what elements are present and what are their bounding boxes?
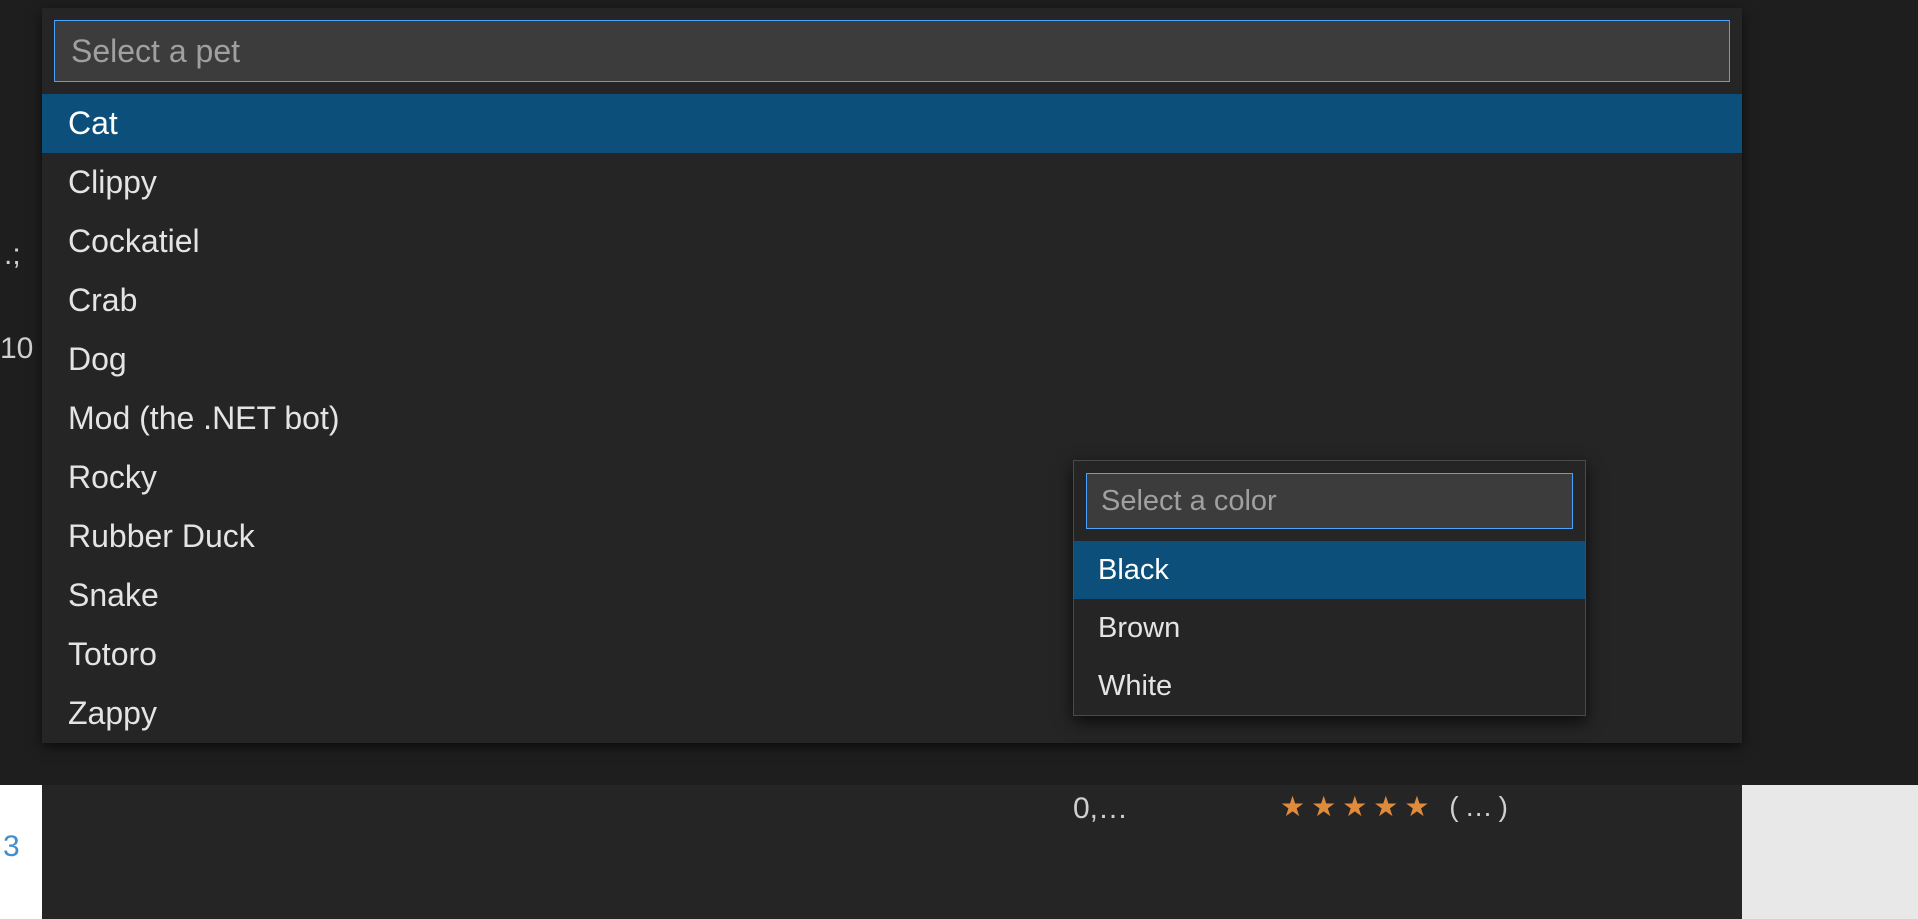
background-star-rating: ★★★★★ (…) [1280, 790, 1514, 823]
background-text-fragment: 10 [0, 332, 33, 366]
background-gutter-number: 3 [3, 830, 20, 864]
color-quickpick-list: Black Brown White [1074, 541, 1585, 715]
color-quickpick-panel: Black Brown White [1073, 460, 1586, 716]
pet-quickpick-item-crab[interactable]: Crab [42, 271, 1742, 330]
background-light-strip [0, 785, 1918, 919]
pet-quickpick-item-clippy[interactable]: Clippy [42, 153, 1742, 212]
color-quickpick-input-wrap [1074, 461, 1585, 541]
pet-quickpick-item-cockatiel[interactable]: Cockatiel [42, 212, 1742, 271]
background-text-fragment: .; [4, 238, 21, 272]
pet-quickpick-item-dog[interactable]: Dog [42, 330, 1742, 389]
pet-quickpick-item-mod[interactable]: Mod (the .NET bot) [42, 389, 1742, 448]
color-quickpick-input[interactable] [1086, 473, 1573, 529]
star-icon: ★★★★★ [1280, 791, 1436, 822]
background-rating-tail: (…) [1449, 791, 1514, 822]
background-download-count: 0,… [1073, 792, 1128, 826]
pet-quickpick-item-cat[interactable]: Cat [42, 94, 1742, 153]
color-quickpick-item-brown[interactable]: Brown [1074, 599, 1585, 657]
pet-quickpick-input[interactable] [54, 20, 1730, 82]
color-quickpick-item-black[interactable]: Black [1074, 541, 1585, 599]
color-quickpick-item-white[interactable]: White [1074, 657, 1585, 715]
pet-quickpick-input-wrap [42, 8, 1742, 94]
